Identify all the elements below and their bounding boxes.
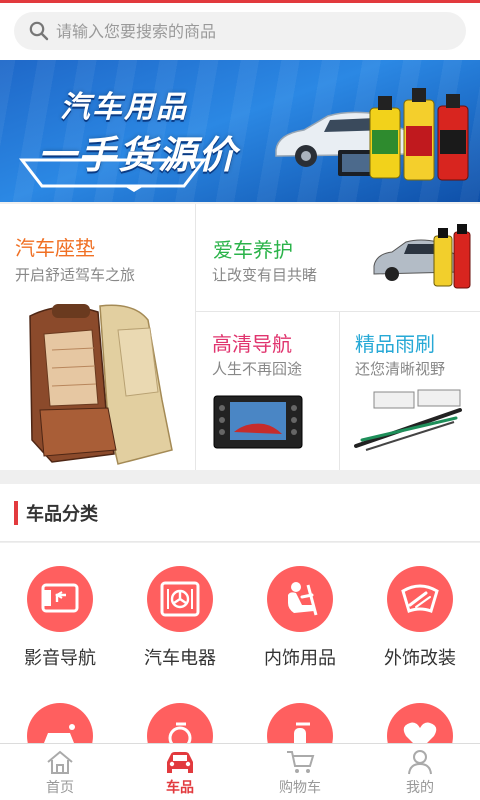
monitor-icon <box>27 566 93 632</box>
search-box[interactable] <box>14 12 466 50</box>
category-item-car-wash[interactable] <box>0 703 120 743</box>
category-item-car-electronics[interactable]: 汽车电器 <box>120 566 240 670</box>
promo-seat-title: 汽车座垫 <box>15 236 95 260</box>
banner-line1: 汽车用品 <box>60 90 188 125</box>
promo-navi-title: 高清导航 <box>212 332 292 356</box>
category-item-audio-navigation[interactable]: 影音导航 <box>0 566 120 670</box>
banner-chevron-graphic <box>18 158 208 192</box>
seat-cushion-image <box>29 304 173 465</box>
cart-icon <box>283 748 317 776</box>
category-item-safety[interactable] <box>240 703 360 743</box>
car-care-image <box>373 224 471 289</box>
category-section-header: 车品分类 <box>0 484 480 542</box>
category-item-favorites[interactable] <box>360 703 480 743</box>
tab-profile[interactable]: 我的 <box>360 744 480 800</box>
promo-wiper-subtitle: 还您清晰视野 <box>355 360 446 378</box>
tab-home[interactable]: 首页 <box>0 744 120 800</box>
category-grid: 影音导航 汽车电器 内饰用品 外饰改装 <box>0 543 480 743</box>
oil-icon <box>147 703 213 743</box>
wiper-blade-image <box>354 389 462 451</box>
heart-icon <box>387 703 453 743</box>
home-icon <box>43 748 77 776</box>
tab-label: 我的 <box>406 780 434 796</box>
category-section-title: 车品分类 <box>26 504 98 525</box>
search-input[interactable] <box>56 16 436 46</box>
category-label: 汽车电器 <box>144 648 216 669</box>
promo-wiper-title: 精品雨刷 <box>355 332 435 356</box>
category-item-interior[interactable]: 内饰用品 <box>240 566 360 670</box>
tab-car-products[interactable]: 车品 <box>120 744 240 800</box>
user-icon <box>403 748 437 776</box>
bottom-tab-bar: 首页 车品 购物车 我的 <box>0 743 480 800</box>
fan-icon <box>147 566 213 632</box>
promo-care-title: 爱车养护 <box>213 238 293 262</box>
category-label: 内饰用品 <box>264 648 336 669</box>
car-icon <box>163 748 197 776</box>
category-item-oil[interactable] <box>120 703 240 743</box>
car-wash-icon <box>27 703 93 743</box>
promo-grid: 汽车座垫 开启舒适驾车之旅 爱车养护 让改变有目共睹 高清导航 人生不再囧途 精… <box>0 204 480 470</box>
section-accent-bar <box>14 501 18 525</box>
fire-extinguisher-icon <box>267 703 333 743</box>
banner-bottles-image <box>369 88 469 181</box>
category-label: 影音导航 <box>24 648 96 669</box>
navigation-device-image <box>213 395 303 449</box>
promo-navi-subtitle: 人生不再囧途 <box>212 360 303 378</box>
promo-seat-subtitle: 开启舒适驾车之旅 <box>15 266 136 284</box>
search-icon <box>28 20 50 42</box>
tab-label: 购物车 <box>279 780 321 796</box>
promo-banner[interactable]: 汽车用品 一手货源价 <box>0 60 480 202</box>
category-label: 外饰改装 <box>384 648 456 669</box>
promo-care-subtitle: 让改变有目共睹 <box>212 266 318 284</box>
search-header <box>0 0 480 60</box>
windshield-icon <box>387 566 453 632</box>
car-seat-icon <box>267 566 333 632</box>
tab-label: 首页 <box>46 780 74 796</box>
tab-label: 车品 <box>166 780 194 796</box>
tab-cart[interactable]: 购物车 <box>240 744 360 800</box>
category-item-exterior[interactable]: 外饰改装 <box>360 566 480 670</box>
